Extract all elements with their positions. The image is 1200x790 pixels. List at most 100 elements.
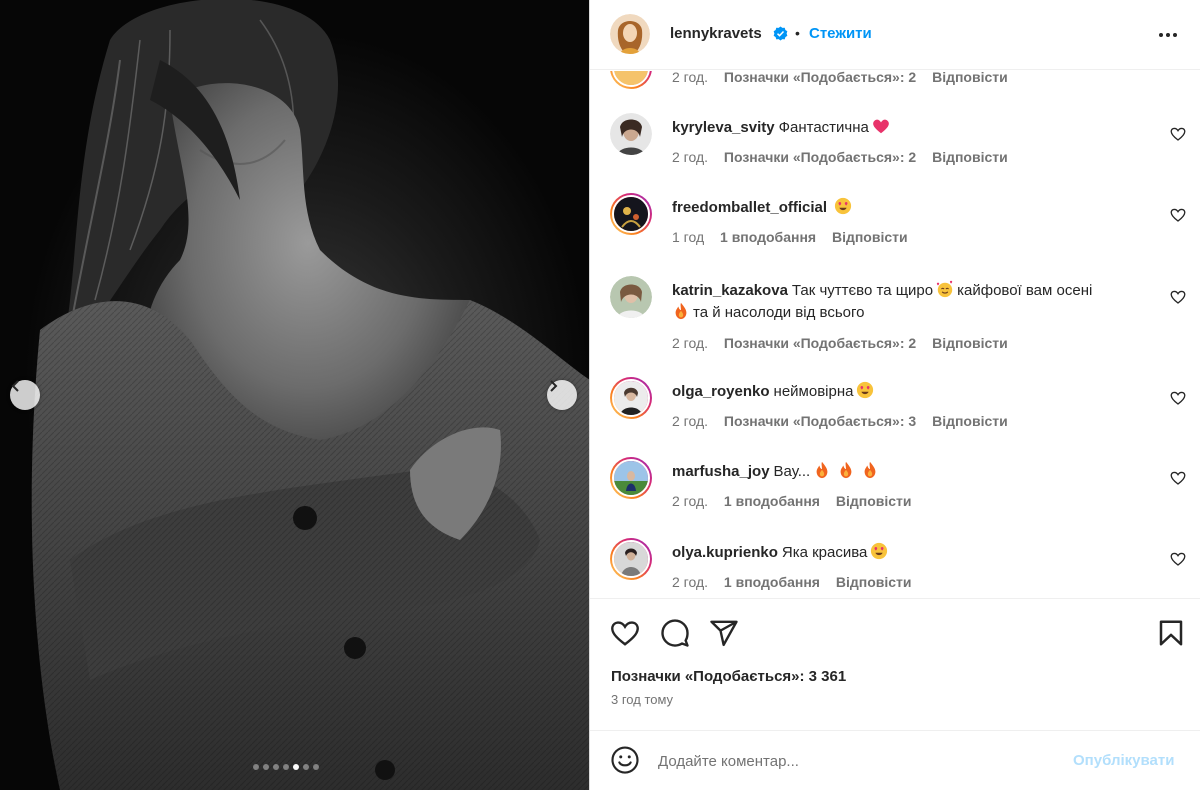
fire-emoji-icon — [840, 461, 852, 479]
author-username[interactable]: lennykravets — [670, 25, 762, 42]
comment-text: marfusha_joy Вау... — [672, 461, 1152, 483]
heart-eyes-emoji-icon — [857, 381, 874, 399]
comment-meta: 2 год. Позначки «Подобається»: 3 Відпові… — [672, 413, 1020, 429]
comment-avatar[interactable] — [610, 193, 652, 235]
fire-emoji-icon — [816, 461, 828, 479]
like-comment-heart-icon[interactable] — [1170, 551, 1186, 567]
reply-button[interactable]: Відповісти — [832, 229, 908, 245]
comment-meta: 2 год. Позначки «Подобається»: 2 Відпові… — [672, 71, 1020, 85]
reply-button[interactable]: Відповісти — [836, 493, 912, 509]
comment-time: 2 год. — [672, 149, 709, 165]
comment-likes[interactable]: Позначки «Подобається»: 2 — [724, 149, 916, 165]
comment-avatar[interactable] — [610, 538, 652, 580]
comment-time: 2 год. — [672, 413, 709, 429]
comment-time: 1 год — [672, 229, 705, 245]
comment-body: неймовірна — [773, 383, 854, 400]
carousel-dot — [263, 764, 269, 770]
reply-button[interactable]: Відповісти — [932, 335, 1008, 351]
comment-time: 2 год. — [672, 574, 709, 590]
comment-likes[interactable]: Позначки «Подобається»: 2 — [724, 335, 916, 351]
comment-time: 2 год. — [672, 71, 709, 85]
post-actions: Позначки «Подобається»: 3 361 3 год тому… — [590, 598, 1200, 790]
comment-avatar[interactable] — [610, 276, 652, 318]
comment-username[interactable]: olga_royenko — [672, 383, 770, 400]
comment-body: Фантастична — [778, 119, 869, 136]
post-header: lennykravets • Стежити — [590, 0, 1200, 70]
comment-body: та й насолоди від всього — [693, 304, 865, 321]
post-time[interactable]: 3 год тому — [611, 692, 673, 707]
carousel-dot — [313, 764, 319, 770]
carousel-dot — [273, 764, 279, 770]
comment-body: Так чуттєво та щиро — [791, 282, 934, 299]
heart-eyes-emoji-icon — [834, 197, 852, 215]
add-comment-bar: Опублікувати — [590, 730, 1200, 790]
fire-emoji-icon — [675, 302, 687, 320]
chevron-left-icon — [11, 380, 19, 392]
comment-username[interactable]: kyryleva_svity — [672, 119, 775, 136]
follow-button[interactable]: Стежити — [809, 25, 872, 42]
comment-avatar[interactable] — [610, 377, 652, 419]
comment-avatar[interactable] — [610, 71, 652, 89]
comment-text: freedomballet_official — [672, 197, 1152, 219]
verified-badge-icon — [773, 26, 788, 41]
carousel-dot — [253, 764, 259, 770]
publish-button[interactable]: Опублікувати — [1073, 752, 1174, 769]
comment-body: Вау... — [773, 463, 811, 480]
comment-likes[interactable]: 1 вподобання — [724, 574, 820, 590]
share-send-icon[interactable] — [709, 618, 739, 648]
comment-body: кайфової вам осені — [957, 282, 1093, 299]
comment-likes[interactable]: Позначки «Подобається»: 3 — [724, 413, 916, 429]
heart-emoji-icon — [873, 119, 889, 134]
more-horizontal-icon — [1159, 33, 1177, 37]
comment-meta: 1 год 1 вподобання Відповісти — [672, 229, 920, 245]
comment-username[interactable]: katrin_kazakova — [672, 282, 788, 299]
author-avatar[interactable] — [610, 14, 650, 54]
comment-bubble-icon[interactable] — [660, 618, 690, 648]
carousel-prev-button[interactable] — [10, 380, 40, 410]
reply-button[interactable]: Відповісти — [836, 574, 912, 590]
comment-text: olga_royenko неймовірна — [672, 381, 1152, 403]
comment-input[interactable] — [658, 750, 1038, 772]
like-heart-icon[interactable] — [610, 618, 640, 648]
like-comment-heart-icon[interactable] — [1170, 126, 1186, 142]
comment-username[interactable]: marfusha_joy — [672, 463, 770, 480]
carousel-next-button[interactable] — [547, 380, 577, 410]
comment-meta: 2 год. 1 вподобання Відповісти — [672, 574, 924, 590]
comment-meta: 2 год. Позначки «Подобається»: 2 Відпові… — [672, 335, 1020, 351]
smiling-face-with-hearts-emoji-icon — [937, 280, 953, 298]
carousel-indicator — [253, 764, 319, 770]
reply-button[interactable]: Відповісти — [932, 71, 1008, 85]
like-comment-heart-icon[interactable] — [1170, 207, 1186, 223]
comments-list[interactable]: 2 год. Позначки «Подобається»: 2 Відпові… — [590, 71, 1200, 598]
save-bookmark-icon[interactable] — [1156, 618, 1186, 648]
comment-body: Яка красива — [781, 544, 868, 561]
post-media — [0, 0, 590, 790]
post-photo — [31, 0, 590, 790]
post-likes-count[interactable]: Позначки «Подобається»: 3 361 — [611, 668, 846, 685]
comment-likes[interactable]: 1 вподобання — [720, 229, 816, 245]
comment-meta: 2 год. Позначки «Подобається»: 2 Відпові… — [672, 149, 1020, 165]
header-separator: • — [795, 25, 800, 41]
emoji-picker-icon[interactable] — [610, 745, 640, 775]
like-comment-heart-icon[interactable] — [1170, 390, 1186, 406]
carousel-dot — [303, 764, 309, 770]
comment-time: 2 год. — [672, 335, 709, 351]
post-side-panel: lennykravets • Стежити 2 год. Позначки «… — [590, 0, 1200, 790]
comment-meta: 2 год. 1 вподобання Відповісти — [672, 493, 924, 509]
comment-likes[interactable]: 1 вподобання — [724, 493, 820, 509]
comment-text: olya.kuprienko Яка красива — [672, 542, 1152, 564]
comment-avatar[interactable] — [610, 457, 652, 499]
comment-likes[interactable]: Позначки «Подобається»: 2 — [724, 71, 916, 85]
carousel-dot — [293, 764, 299, 770]
comment-text: katrin_kazakova Так чуттєво та щиро кайфов… — [672, 280, 1152, 324]
reply-button[interactable]: Відповісти — [932, 413, 1008, 429]
heart-eyes-emoji-icon — [871, 542, 888, 560]
comment-time: 2 год. — [672, 493, 709, 509]
like-comment-heart-icon[interactable] — [1170, 470, 1186, 486]
comment-avatar[interactable] — [610, 113, 652, 155]
like-comment-heart-icon[interactable] — [1170, 289, 1186, 305]
comment-username[interactable]: freedomballet_official — [672, 199, 827, 216]
reply-button[interactable]: Відповісти — [932, 149, 1008, 165]
comment-username[interactable]: olya.kuprienko — [672, 544, 778, 561]
more-options-button[interactable] — [1155, 25, 1181, 45]
